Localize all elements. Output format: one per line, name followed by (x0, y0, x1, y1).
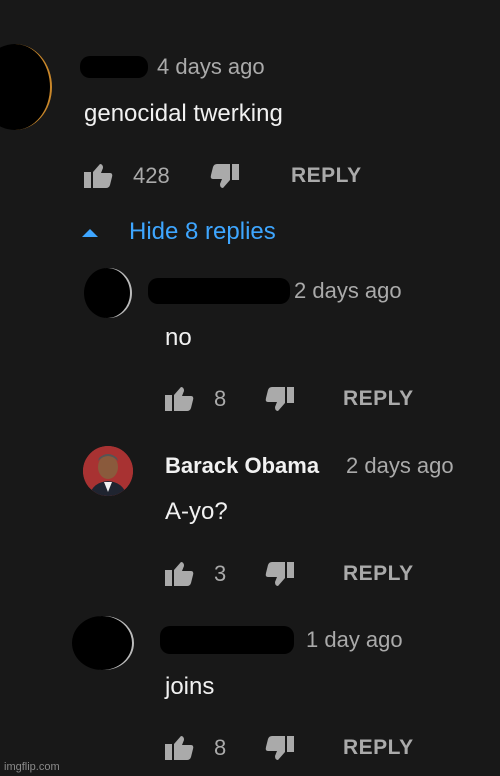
like-count: 8 (214, 386, 227, 411)
reply-avatar[interactable] (83, 446, 133, 496)
thumbs-down-icon (265, 736, 294, 760)
thumbs-down-icon (210, 164, 239, 188)
reply-author[interactable]: Barack Obama (165, 453, 319, 479)
hide-replies-toggle[interactable]: Hide 8 replies (82, 218, 312, 248)
redacted-author-name (160, 626, 294, 654)
hide-replies-label: Hide 8 replies (129, 218, 276, 245)
reply-timestamp: 2 days ago (346, 453, 454, 478)
person-photo-icon (83, 446, 133, 496)
redacted-author-name (80, 56, 148, 78)
dislike-button[interactable] (209, 164, 239, 188)
reply-timestamp: 2 days ago (294, 278, 402, 303)
like-button[interactable] (84, 164, 114, 188)
thumbs-down-icon (265, 387, 294, 411)
thumbs-down-icon (265, 562, 294, 586)
thumbs-up-icon (165, 387, 194, 411)
thumbs-up-icon (84, 164, 113, 188)
reply-text: joins (165, 673, 215, 700)
dislike-button[interactable] (264, 387, 294, 411)
like-count: 3 (214, 561, 227, 586)
reply-text: no (165, 324, 192, 351)
like-button[interactable] (165, 736, 195, 760)
thumbs-up-icon (165, 736, 194, 760)
chevron-up-icon (82, 229, 98, 237)
reply-timestamp: 1 day ago (306, 627, 403, 652)
like-button[interactable] (165, 562, 195, 586)
like-button[interactable] (165, 387, 195, 411)
reply-button[interactable]: REPLY (343, 562, 414, 586)
comment-text: genocidal twerking (84, 100, 283, 127)
like-count: 428 (133, 163, 170, 188)
comment-avatar[interactable] (0, 44, 52, 130)
reply-button[interactable]: REPLY (343, 736, 414, 760)
reply-button[interactable]: REPLY (291, 164, 362, 188)
reply-avatar[interactable] (72, 616, 132, 670)
redacted-author-name (148, 278, 290, 304)
like-count: 8 (214, 735, 227, 760)
dislike-button[interactable] (264, 736, 294, 760)
comment-timestamp: 4 days ago (157, 54, 265, 79)
reply-button[interactable]: REPLY (343, 387, 414, 411)
dislike-button[interactable] (264, 562, 294, 586)
thumbs-up-icon (165, 562, 194, 586)
reply-text: A-yo? (165, 498, 228, 525)
imgflip-watermark: imgflip.com (4, 761, 60, 773)
reply-avatar[interactable] (84, 268, 130, 318)
